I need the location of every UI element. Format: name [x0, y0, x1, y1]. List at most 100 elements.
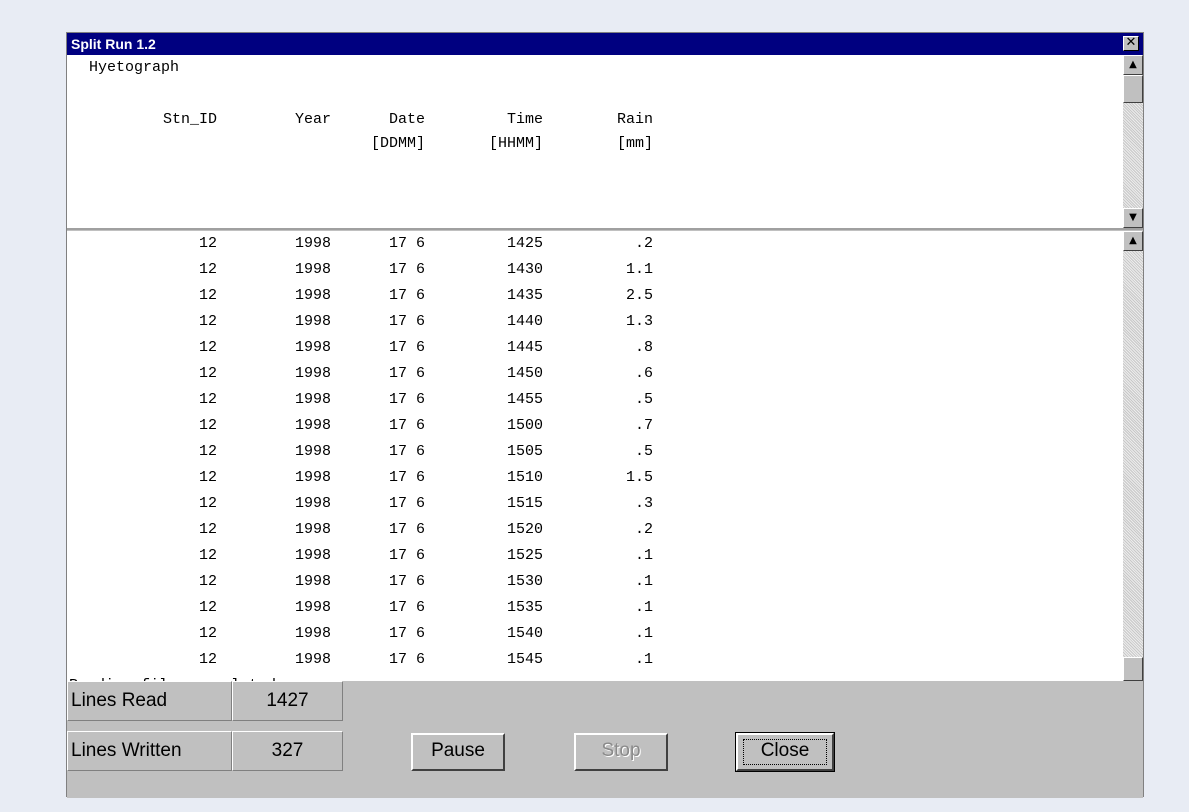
cell-time: 1510	[506, 469, 543, 486]
cell-time: 1440	[506, 313, 543, 330]
col-header-time: Time	[506, 111, 543, 128]
cell-stn-id: 12	[198, 651, 217, 668]
cell-stn-id: 12	[198, 339, 217, 356]
cell-time: 1515	[506, 495, 543, 512]
cell-date: 17 6	[388, 365, 425, 382]
cell-time: 1530	[506, 573, 543, 590]
col-header-rain: Rain	[616, 111, 653, 128]
title-bar[interactable]: Split Run 1.2 ✕	[67, 33, 1143, 55]
table-row: 12 1998 17 6 1545 .1	[67, 647, 1121, 673]
lines-written-value: 327	[232, 731, 343, 771]
scroll-down-icon[interactable]: ▼	[1123, 208, 1143, 228]
table-row: 12 1998 17 6 1445 .8	[67, 335, 1121, 361]
table-row: 12 1998 17 6 1425 .2	[67, 231, 1121, 257]
cell-time: 1450	[506, 365, 543, 382]
header-scroll-thumb[interactable]	[1123, 75, 1143, 103]
cell-stn-id: 12	[198, 261, 217, 278]
cell-rain: 2.5	[625, 287, 653, 304]
cell-year: 1998	[294, 651, 331, 668]
table-row: 12 1998 17 6 1520 .2	[67, 517, 1121, 543]
cell-stn-id: 12	[198, 469, 217, 486]
header-pane: Hyetograph Stn_ID Year Date Time Rain [D…	[67, 55, 1143, 230]
cell-date: 17 6	[388, 313, 425, 330]
cell-year: 1998	[294, 625, 331, 642]
cell-year: 1998	[294, 365, 331, 382]
cell-stn-id: 12	[198, 495, 217, 512]
pause-button[interactable]: Pause	[411, 733, 505, 771]
table-row: 12 1998 17 6 1515 .3	[67, 491, 1121, 517]
status-panel: Lines Read 1427 Lines Written 327 Pause …	[67, 681, 1143, 798]
table-row: 12 1998 17 6 1500 .7	[67, 413, 1121, 439]
cell-rain: .5	[634, 391, 653, 408]
cell-year: 1998	[294, 599, 331, 616]
cell-date: 17 6	[388, 417, 425, 434]
cell-stn-id: 12	[198, 521, 217, 538]
window-title: Split Run 1.2	[71, 36, 156, 52]
table-row: 12 1998 17 6 1535 .1	[67, 595, 1121, 621]
cell-rain: .5	[634, 443, 653, 460]
cell-rain: .6	[634, 365, 653, 382]
col-unit-rain: [mm]	[616, 135, 653, 152]
cell-stn-id: 12	[198, 547, 217, 564]
cell-stn-id: 12	[198, 391, 217, 408]
cell-time: 1545	[506, 651, 543, 668]
cell-stn-id: 12	[198, 599, 217, 616]
cell-stn-id: 12	[198, 443, 217, 460]
cell-year: 1998	[294, 521, 331, 538]
col-header-year: Year	[294, 111, 331, 128]
data-scroll-thumb[interactable]	[1123, 657, 1143, 681]
cell-date: 17 6	[388, 391, 425, 408]
cell-time: 1525	[506, 547, 543, 564]
cell-date: 17 6	[388, 547, 425, 564]
cell-time: 1430	[506, 261, 543, 278]
lines-written-label: Lines Written	[67, 731, 232, 771]
cell-year: 1998	[294, 443, 331, 460]
cell-stn-id: 12	[198, 287, 217, 304]
data-scrollbar[interactable]: ▲ ▼	[1123, 231, 1143, 715]
cell-rain: .1	[634, 651, 653, 668]
data-table: 12 1998 17 6 1425.2 12 1998 17 6 1430 1.1 12 1998 1…	[67, 231, 1121, 715]
cell-stn-id: 12	[198, 573, 217, 590]
cell-stn-id: 12	[198, 235, 217, 252]
table-row: 12 1998 17 6 1540 .1	[67, 621, 1121, 647]
table-row: 12 1998 17 6 1530 .1	[67, 569, 1121, 595]
cell-date: 17 6	[388, 235, 425, 252]
col-header-date: Date	[388, 111, 425, 128]
lines-read-label: Lines Read	[67, 681, 232, 721]
header-scrollbar[interactable]: ▲ ▼	[1123, 55, 1143, 228]
cell-rain: .8	[634, 339, 653, 356]
cell-year: 1998	[294, 573, 331, 590]
cell-year: 1998	[294, 287, 331, 304]
cell-year: 1998	[294, 313, 331, 330]
cell-date: 17 6	[388, 599, 425, 616]
cell-rain: .1	[634, 625, 653, 642]
cell-rain: 1.1	[625, 261, 653, 278]
table-row: 12 1998 17 6 1430 1.1	[67, 257, 1121, 283]
split-run-window: Split Run 1.2 ✕ Hyetograph Stn_ID Year D…	[66, 32, 1144, 798]
cell-rain: .7	[634, 417, 653, 434]
cell-date: 17 6	[388, 625, 425, 642]
cell-rain: .1	[634, 573, 653, 590]
cell-time: 1445	[506, 339, 543, 356]
column-headers: Stn_ID Year Date Time Rain [DDMM] [HHMM]…	[67, 55, 1121, 228]
close-button[interactable]: Close	[735, 732, 835, 772]
col-header-stn-id: Stn_ID	[162, 111, 217, 128]
scroll-up-icon[interactable]: ▲	[1123, 55, 1143, 75]
scroll-up-icon[interactable]: ▲	[1123, 231, 1143, 251]
table-row: 12 1998 17 6 1525 .1	[67, 543, 1121, 569]
table-row: 12 1998 17 6 1450 .6	[67, 361, 1121, 387]
cell-date: 17 6	[388, 261, 425, 278]
cell-date: 17 6	[388, 339, 425, 356]
cell-date: 17 6	[388, 651, 425, 668]
table-row: 12 1998 17 6 1435 2.5	[67, 283, 1121, 309]
cell-time: 1425	[506, 235, 543, 252]
cell-time: 1535	[506, 599, 543, 616]
cell-year: 1998	[294, 391, 331, 408]
data-pane: 12 1998 17 6 1425.2 12 1998 17 6 1430 1.1 12 1998 1…	[67, 231, 1143, 715]
cell-time: 1540	[506, 625, 543, 642]
close-window-icon[interactable]: ✕	[1123, 36, 1139, 51]
cell-year: 1998	[294, 547, 331, 564]
cell-stn-id: 12	[198, 625, 217, 642]
focus-rect	[743, 739, 827, 765]
cell-date: 17 6	[388, 443, 425, 460]
